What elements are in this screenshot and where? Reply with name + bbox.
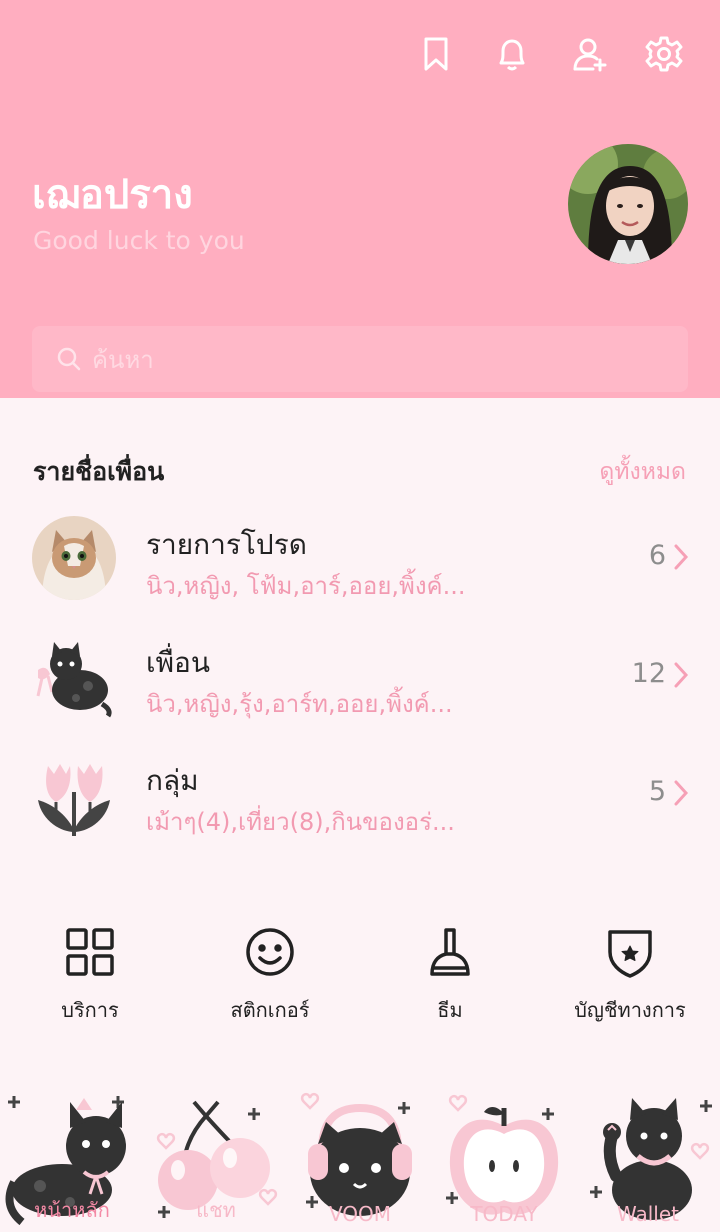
list-item-friends[interactable]: เพื่อน นิว,หญิง,รุ้ง,อาร์ท,ออย,พิ้งค์...…: [0, 626, 720, 726]
shield-star-icon: [608, 930, 652, 978]
status-message[interactable]: Good luck to you: [33, 226, 245, 255]
gear-icon[interactable]: [642, 32, 686, 76]
official-accounts-label: บัญชีทางการ: [574, 998, 686, 1022]
profile-header: เฌอปราง Good luck to you ค้นหา: [0, 0, 720, 398]
tab-home-label: หน้าหลัก: [34, 1198, 110, 1222]
search-icon: [57, 347, 81, 371]
list-item-subtitle: เม้าๆ(4),เที่ยว(8),กินของอร่...: [146, 808, 455, 836]
list-item-subtitle: นิว,หญิง,รุ้ง,อาร์ท,ออย,พิ้งค์...: [146, 690, 453, 718]
tab-chats[interactable]: แชท: [144, 1086, 288, 1232]
tulip-sticker-thumbnail: [32, 752, 116, 836]
cat-photo-thumbnail: [32, 516, 116, 600]
see-all-link[interactable]: ดูทั้งหมด: [599, 454, 686, 490]
bookmark-icon[interactable]: [414, 32, 458, 76]
list-item-subtitle: นิว,หญิง, โฟ้ม,อาร์,ออย,พิ้งค์...: [146, 572, 466, 600]
tab-wallet-label: Wallet: [616, 1202, 679, 1226]
profile-name[interactable]: เฌอปราง: [32, 162, 193, 226]
tab-home[interactable]: หน้าหลัก: [0, 1086, 144, 1232]
black-cat-sticker-thumbnail: [32, 634, 116, 718]
chevron-right-icon: [674, 544, 689, 570]
add-friend-icon[interactable]: [568, 32, 612, 76]
smiley-icon: [246, 928, 294, 976]
search-placeholder: ค้นหา: [92, 345, 154, 374]
search-input[interactable]: ค้นหา: [32, 326, 688, 392]
themes-button[interactable]: ธีม: [360, 924, 540, 1034]
list-item-title: กลุ่ม: [146, 764, 199, 797]
themes-label: ธีม: [437, 998, 463, 1022]
services-label: บริการ: [61, 998, 119, 1022]
tab-wallet[interactable]: Wallet: [576, 1086, 720, 1232]
avatar[interactable]: [568, 144, 688, 264]
tab-chats-label: แชท: [196, 1198, 236, 1222]
list-item-favorites[interactable]: รายการโปรด นิว,หญิง, โฟ้ม,อาร์,ออย,พิ้งค…: [0, 508, 720, 608]
chevron-right-icon: [674, 662, 689, 688]
list-item-count: 12: [631, 658, 666, 689]
grid-icon: [66, 928, 114, 976]
friends-section-title: รายชื่อเพื่อน: [33, 457, 165, 486]
tab-today[interactable]: TODAY: [432, 1086, 576, 1232]
list-item-title: เพื่อน: [146, 646, 210, 679]
brush-icon: [430, 928, 470, 976]
bell-icon[interactable]: [490, 32, 534, 76]
chevron-right-icon: [674, 780, 689, 806]
tab-voom-label: VOOM: [328, 1202, 392, 1226]
stickers-button[interactable]: สติกเกอร์: [180, 924, 360, 1034]
list-item-count: 6: [648, 540, 666, 571]
list-item-title: รายการโปรด: [146, 528, 307, 561]
tab-today-label: TODAY: [470, 1202, 538, 1226]
official-accounts-button[interactable]: บัญชีทางการ: [540, 924, 720, 1034]
tab-voom[interactable]: VOOM: [288, 1086, 432, 1232]
services-button[interactable]: บริการ: [0, 924, 180, 1034]
stickers-label: สติกเกอร์: [230, 998, 310, 1022]
bottom-tab-bar: หน้าหลัก แชท VOOM TODAY Wallet: [0, 1086, 720, 1232]
list-item-count: 5: [648, 776, 666, 807]
list-item-groups[interactable]: กลุ่ม เม้าๆ(4),เที่ยว(8),กินของอร่... 5: [0, 744, 720, 844]
